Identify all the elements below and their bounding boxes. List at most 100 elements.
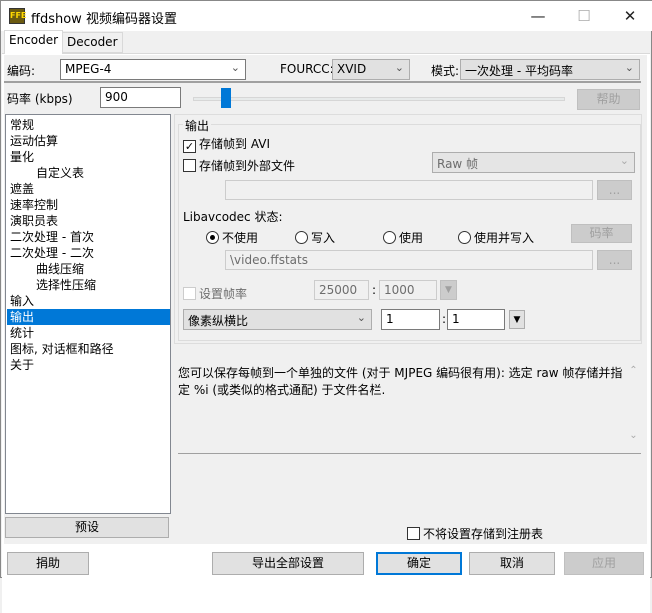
- fourcc-value: XVID: [337, 62, 367, 76]
- radio-write[interactable]: 写入: [295, 229, 335, 246]
- fps-dropdown-button[interactable]: ▼: [440, 280, 457, 300]
- par-colon: :: [442, 312, 447, 326]
- mode-value: 一次处理 - 平均码率: [465, 64, 573, 78]
- par-numerator-input[interactable]: 1: [381, 309, 440, 330]
- no-registry-checkbox[interactable]: 不将设置存储到注册表: [407, 525, 543, 542]
- maximize-button[interactable]: ☐: [561, 1, 607, 31]
- tree-item[interactable]: 统计: [10, 325, 34, 341]
- window-title: ffdshow 视频编码器设置: [31, 12, 177, 27]
- fps-denominator-input[interactable]: 1000: [379, 280, 437, 300]
- tree-item[interactable]: 二次处理 - 二次: [10, 245, 94, 261]
- divider: [4, 81, 641, 83]
- close-button[interactable]: ✕: [607, 1, 652, 31]
- ok-button[interactable]: 确定: [376, 552, 462, 575]
- tree-item[interactable]: 二次处理 - 首次: [10, 229, 94, 245]
- tree-item[interactable]: 演职员表: [10, 213, 58, 229]
- radio-icon: [383, 231, 396, 244]
- bitrate-slider[interactable]: [193, 97, 565, 101]
- tree-item[interactable]: 运动估算: [10, 133, 58, 149]
- fps-colon: :: [372, 283, 377, 297]
- scroll-down-icon: ⌄: [629, 430, 638, 441]
- triangle-down-icon: ▼: [445, 285, 452, 295]
- radio-not-use[interactable]: 不使用: [206, 229, 258, 246]
- chevron-down-icon: ⌄: [230, 61, 240, 74]
- app-logo-icon: FFE: [9, 8, 26, 24]
- par-dropdown-button[interactable]: ▼: [509, 310, 525, 329]
- bitrate-stats-button[interactable]: 码率: [571, 224, 632, 243]
- apply-button[interactable]: 应用: [564, 552, 644, 575]
- chevron-down-icon: ⌄: [624, 61, 634, 74]
- pixel-aspect-value: 像素纵横比: [188, 314, 249, 328]
- checkbox-icon: [407, 527, 420, 540]
- bitrate-input[interactable]: 900: [100, 87, 181, 108]
- divider: [178, 453, 641, 454]
- browse-file-button[interactable]: ...: [597, 180, 632, 200]
- description-scrollbar[interactable]: ⌃ ⌄: [626, 365, 641, 453]
- store-avi-checkbox[interactable]: ✓ 存储帧到 AVI: [183, 135, 270, 153]
- tree-item[interactable]: 输入: [10, 293, 34, 309]
- donate-button[interactable]: 捐助: [7, 552, 89, 575]
- par-denominator-input[interactable]: 1: [447, 309, 505, 330]
- tree-item[interactable]: 图标, 对话框和路径: [10, 341, 114, 357]
- tree-item[interactable]: 自定义表: [36, 165, 84, 181]
- radio-label: 使用: [399, 231, 424, 245]
- chevron-down-icon: ⌄: [394, 61, 404, 74]
- mode-label: 模式:: [431, 64, 460, 78]
- stats-path-input[interactable]: \video.ffstats: [225, 250, 593, 270]
- help-button[interactable]: 帮助: [577, 89, 640, 110]
- bitrate-slider-thumb[interactable]: [221, 88, 232, 108]
- radio-icon: [295, 231, 308, 244]
- radio-label: 不使用: [222, 231, 259, 245]
- fps-numerator-input[interactable]: 25000: [314, 280, 369, 300]
- tree-item[interactable]: 关于: [10, 357, 34, 373]
- title-bar: FFE ffdshow 视频编码器设置 — ☐ ✕: [1, 1, 652, 31]
- minimize-button[interactable]: —: [515, 1, 561, 31]
- set-fps-checkbox[interactable]: 设置帧率: [183, 285, 247, 302]
- tree-item[interactable]: 曲线压缩: [36, 261, 84, 277]
- no-registry-label: 不将设置存储到注册表: [423, 527, 544, 541]
- tree-item[interactable]: 选择性压缩: [36, 277, 96, 293]
- preset-button[interactable]: 预设: [5, 517, 169, 538]
- browse-stats-button[interactable]: ...: [597, 250, 632, 270]
- set-fps-label: 设置帧率: [199, 287, 248, 301]
- radio-icon: [206, 231, 219, 244]
- pixel-aspect-select[interactable]: 像素纵横比 ⌄: [183, 309, 372, 330]
- checkbox-icon: [183, 159, 196, 172]
- tree-item[interactable]: 量化: [10, 149, 34, 165]
- fourcc-select[interactable]: XVID ⌄: [332, 59, 410, 80]
- codec-value: MPEG-4: [65, 62, 112, 76]
- tab-encoder[interactable]: Encoder: [4, 30, 64, 54]
- cancel-button[interactable]: 取消: [469, 552, 555, 575]
- radio-label: 写入: [311, 231, 336, 245]
- chevron-down-icon: ⌄: [356, 311, 366, 324]
- export-settings-button[interactable]: 导出全部设置: [212, 552, 364, 575]
- checkbox-icon: [183, 287, 196, 300]
- chevron-down-icon: ⌄: [619, 154, 629, 167]
- output-group-label: 输出: [183, 117, 212, 134]
- tree-item[interactable]: 遮盖: [10, 181, 34, 197]
- settings-tree[interactable]: 常规 运动估算 量化 自定义表 遮盖 速率控制 演职员表 二次处理 - 首次 二次处理 - 二次…: [5, 114, 171, 514]
- tree-item[interactable]: 输出: [7, 309, 170, 325]
- libavcodec-label: Libavcodec 状态:: [183, 210, 283, 224]
- store-external-label: 存储帧到外部文件: [199, 159, 296, 173]
- codec-label: 编码:: [7, 64, 36, 78]
- store-external-checkbox[interactable]: 存储帧到外部文件: [183, 157, 295, 174]
- radio-label: 使用并写入: [474, 231, 535, 245]
- fourcc-label: FOURCC:: [280, 62, 334, 76]
- description-text: 您可以保存每帧到一个单独的文件 (对于 MJPEG 编码很有用): 选定 raw…: [178, 366, 623, 397]
- tab-decoder[interactable]: Decoder: [62, 32, 123, 53]
- mode-select[interactable]: 一次处理 - 平均码率 ⌄: [460, 59, 640, 80]
- scroll-up-icon: ⌃: [629, 365, 638, 376]
- store-avi-label: 存储帧到 AVI: [199, 137, 271, 151]
- radio-use[interactable]: 使用: [383, 229, 423, 246]
- radio-use-and-write[interactable]: 使用并写入: [458, 229, 534, 246]
- bitrate-label: 码率 (kbps): [7, 92, 73, 106]
- checkmark-icon: ✓: [183, 140, 196, 153]
- triangle-down-icon: ▼: [513, 315, 521, 325]
- external-file-input[interactable]: [225, 180, 593, 200]
- tree-item[interactable]: 速率控制: [10, 197, 58, 213]
- tree-item[interactable]: 常规: [10, 117, 34, 133]
- external-format-select[interactable]: Raw 帧 ⌄: [432, 152, 635, 173]
- external-format-value: Raw 帧: [437, 157, 479, 171]
- codec-select[interactable]: MPEG-4 ⌄: [60, 59, 246, 80]
